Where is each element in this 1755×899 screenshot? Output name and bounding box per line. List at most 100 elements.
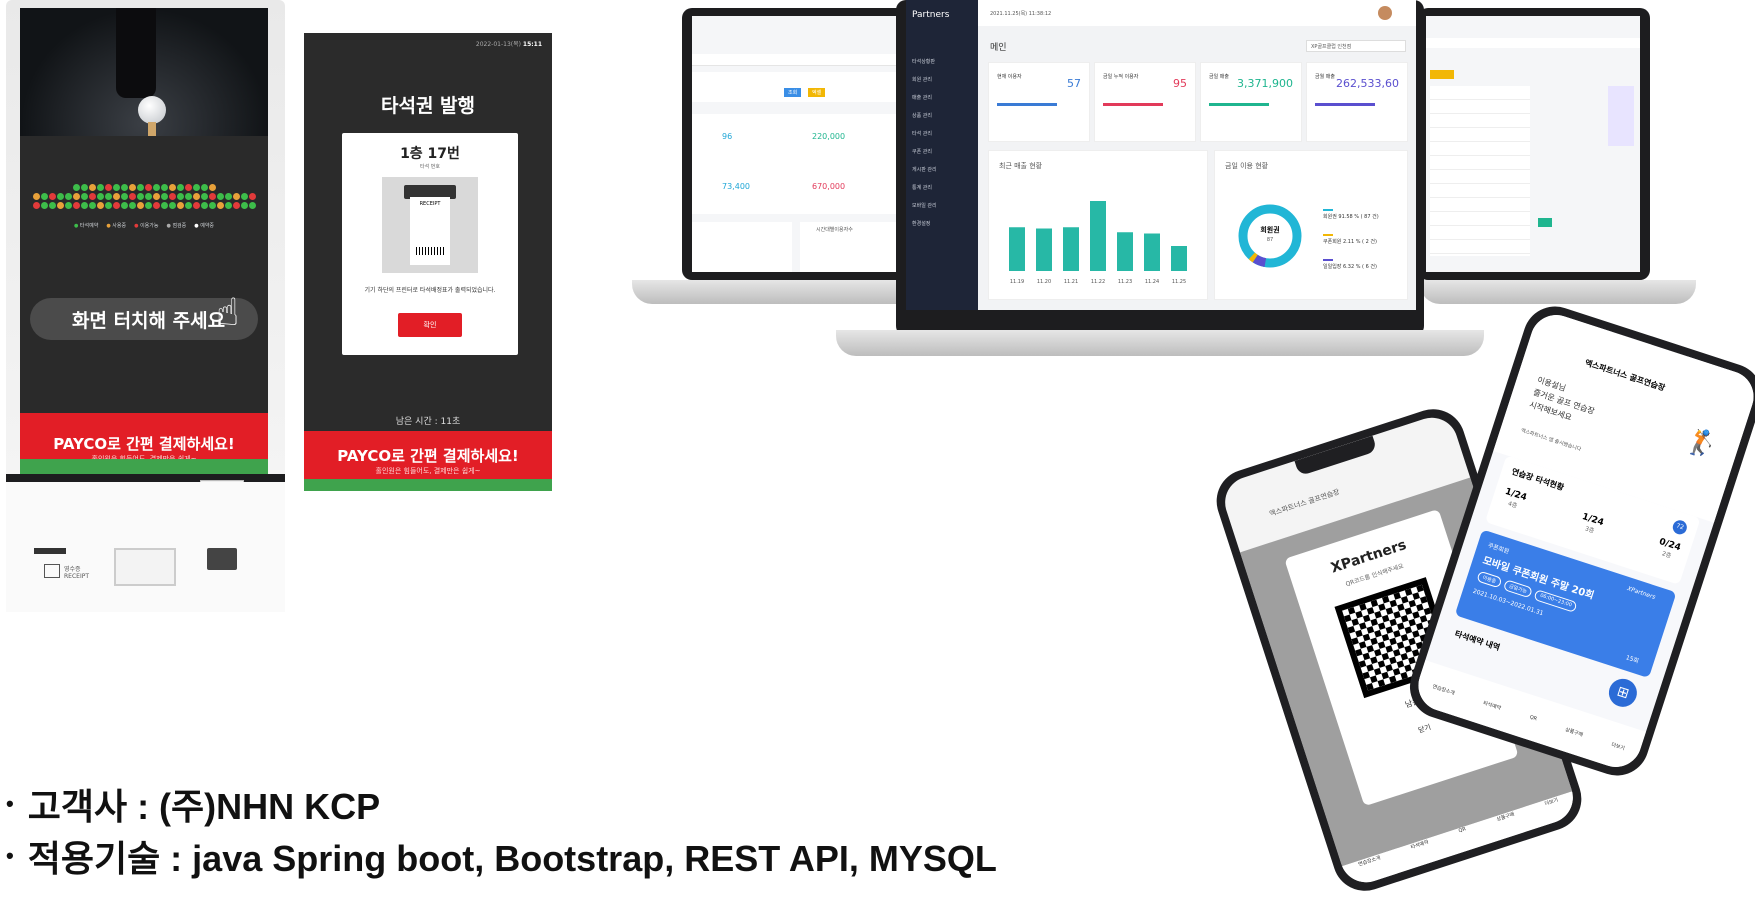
seat-dot[interactable] [152,193,160,200]
sidebar-item[interactable]: 통계 관리 [912,184,972,202]
nav-item[interactable]: QR [1458,826,1472,851]
seat-dot[interactable] [96,202,104,209]
seat-dot[interactable] [96,193,104,200]
seat-dot[interactable] [184,193,192,200]
seat-dot[interactable] [136,184,144,191]
seat-dot[interactable] [40,193,48,200]
seat-dot[interactable] [200,202,208,209]
seat-dot[interactable] [120,193,128,200]
seat-dot[interactable] [56,193,64,200]
sidebar-item[interactable]: 회원 관리 [912,76,972,94]
seat-dot[interactable] [120,202,128,209]
sidebar-item[interactable]: 쿠폰 관리 [912,148,972,166]
seat-dot[interactable] [208,184,216,191]
seat-dot[interactable] [80,184,88,191]
seat-dot[interactable] [104,184,112,191]
store-select[interactable]: XP골프클럽 인천점 [1306,40,1406,52]
seat-dot[interactable] [48,193,56,200]
seat-dot[interactable] [72,202,80,209]
qr-fab-icon[interactable]: ⊞ [1605,675,1641,711]
sidebar-item[interactable]: 모바일 관리 [912,202,972,220]
seat-dot[interactable] [136,193,144,200]
nav-item[interactable]: 더보기 [1544,796,1565,823]
seat-dot[interactable] [144,184,152,191]
seat-dot[interactable] [216,193,224,200]
search-button[interactable]: 조회 [784,88,802,97]
seat-dot[interactable] [160,202,168,209]
excel-button[interactable]: 엑셀 [808,88,826,97]
seat-dot[interactable] [248,193,256,200]
seat-dot[interactable] [80,193,88,200]
seat-dot[interactable] [96,184,104,191]
seat-dot[interactable] [216,202,224,209]
seat-dot[interactable] [64,193,72,200]
seat-dot[interactable] [64,202,72,209]
seat-dot[interactable] [208,202,216,209]
seat-dot[interactable] [168,202,176,209]
seat-dot[interactable] [160,184,168,191]
sidebar-item[interactable]: 상품 관리 [912,112,972,130]
nav-item[interactable]: 상품구매 [1564,726,1584,737]
seat-dot[interactable] [128,193,136,200]
seat-dot[interactable] [176,202,184,209]
seat-dot[interactable] [112,202,120,209]
sidebar-item[interactable]: 타석상황판 [912,58,972,76]
seat-dot[interactable] [224,202,232,209]
nav-item[interactable]: 연습장소개 [1357,854,1386,884]
sidebar-item[interactable]: 환경설정 [912,220,972,238]
seat-dot[interactable] [128,184,136,191]
sidebar-menu[interactable]: 타석상황판 회원 관리 매출 관리 상품 관리 타석 관리 쿠폰 관리 게시판 관리 통계 관… [912,58,972,238]
seat-dot[interactable] [240,202,248,209]
seat-dot[interactable] [56,202,64,209]
seat-dot[interactable] [32,202,40,209]
seat-dot[interactable] [80,202,88,209]
nav-item[interactable]: 타석예약 [1410,838,1435,867]
seat-dot[interactable] [192,193,200,200]
seat-dot[interactable] [144,202,152,209]
seat-dot[interactable] [128,202,136,209]
seat-dot[interactable] [104,202,112,209]
seat-dot[interactable] [88,184,96,191]
payco-banner[interactable]: PAYCO로 간편 결제하세요! 홀인원은 힘들어도, 결제만은 쉽게~ [20,413,268,474]
seat-dot[interactable] [112,184,120,191]
nav-item[interactable]: 연습장소개 [1432,682,1456,696]
save-button[interactable] [1538,218,1552,227]
seat-status-grid[interactable] [30,184,258,211]
seat-dot[interactable] [168,184,176,191]
nav-item[interactable]: 더보기 [1611,741,1626,751]
seat-dot[interactable] [232,193,240,200]
payco-banner-2[interactable]: PAYCO로 간편 결제하세요! 홀인원은 힘들어도, 결제만은 쉽게~ [304,431,552,491]
seat-dot[interactable] [248,202,256,209]
seat-dot[interactable] [184,184,192,191]
seat-dot[interactable] [168,193,176,200]
seat-dot[interactable] [176,193,184,200]
seat-dot[interactable] [112,193,120,200]
seat-dot[interactable] [192,184,200,191]
seat-dot[interactable] [144,193,152,200]
confirm-button[interactable]: 확인 [398,313,462,337]
seat-dot[interactable] [160,193,168,200]
nav-item[interactable]: 상품구매 [1496,811,1521,840]
sidebar-item[interactable]: 타석 관리 [912,130,972,148]
seat-dot[interactable] [48,202,56,209]
seat-dot[interactable] [240,193,248,200]
seat-dot[interactable] [40,202,48,209]
form-fields[interactable] [1430,86,1530,256]
seat-dot[interactable] [136,202,144,209]
sidebar-item[interactable]: 게시판 관리 [912,166,972,184]
seat-dot[interactable] [32,193,40,200]
seat-dot[interactable] [192,202,200,209]
seat-dot[interactable] [152,184,160,191]
seat-dot[interactable] [88,193,96,200]
nav-item[interactable]: QR [1529,714,1538,722]
sidebar-item[interactable]: 매출 관리 [912,94,972,112]
seat-dot[interactable] [176,184,184,191]
user-avatar[interactable] [1378,6,1392,20]
seat-dot[interactable] [152,202,160,209]
nav-item[interactable]: 타석예약 [1482,699,1502,711]
kiosk-screen[interactable]: ● 타석예약 ● 사용중 ● 이용가능 ● 점검중 ● 예약중 화면 터치해 주세요 ☝… [20,8,268,474]
seat-dot[interactable] [120,184,128,191]
seat-dot[interactable] [200,193,208,200]
seat-dot[interactable] [104,193,112,200]
seat-dot[interactable] [232,202,240,209]
